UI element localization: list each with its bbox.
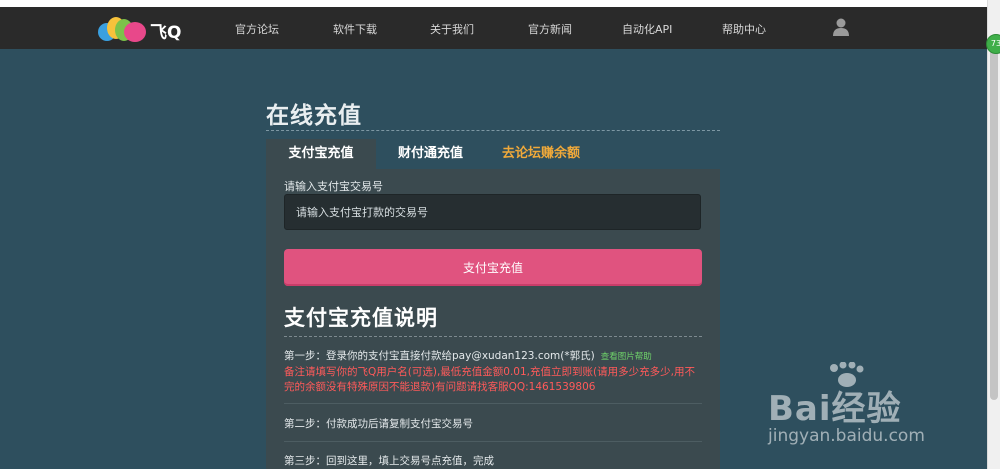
alipay-recharge-button[interactable]: 支付宝充值 (284, 249, 702, 286)
image-help-link[interactable]: 查看图片帮助 (601, 352, 652, 362)
step-1-note: 备注请填写你的飞Q用户名(可选),最低充值金额0.01,充值立即到账(请用多少充… (284, 366, 695, 393)
top-nav: 飞Q 官方论坛 软件下载 关于我们 官方新闻 自动化API 帮助中心 (0, 7, 988, 49)
logo-text: 飞Q (150, 23, 182, 43)
step-divider (284, 441, 702, 442)
scrollbar-thumb[interactable] (990, 40, 998, 400)
scrollbar[interactable] (987, 0, 1000, 469)
nav-item-forum[interactable]: 官方论坛 (235, 21, 279, 37)
nav-item-news[interactable]: 官方新闻 (528, 21, 572, 37)
browser-top-strip (0, 0, 1000, 7)
step-3: 第三步：回到这里，填上交易号点充值，完成 (284, 455, 494, 467)
step-divider (284, 403, 702, 404)
trade-no-input[interactable] (284, 194, 701, 230)
nav-item-about[interactable]: 关于我们 (430, 21, 474, 37)
tab-forum-earn[interactable]: 去论坛赚余额 (502, 139, 580, 169)
instructions-title: 支付宝充值说明 (284, 306, 438, 330)
nav-item-api[interactable]: 自动化API (622, 21, 672, 37)
watermark-url: jingyan.baidu.com (768, 426, 925, 446)
instructions-divider (284, 336, 702, 337)
nav-item-help[interactable]: 帮助中心 (722, 21, 766, 37)
nav-item-download[interactable]: 软件下载 (333, 21, 377, 37)
tab-alipay[interactable]: 支付宝充值 (266, 139, 376, 169)
trade-no-label: 请输入支付宝交易号 (284, 180, 383, 193)
logo[interactable]: 飞Q (98, 15, 188, 43)
logo-balloon-pink-icon (124, 22, 146, 42)
browser-badge[interactable]: 73 (986, 34, 1000, 54)
user-icon[interactable] (833, 17, 849, 37)
watermark-brand: Bai经验 (768, 389, 902, 429)
step-1: 第一步：登录你的支付宝直接付款给pay@xudan123.com(*郭氏) 查看图… (284, 349, 704, 395)
title-divider (266, 130, 720, 131)
page-title: 在线充值 (266, 103, 362, 129)
tab-tenpay[interactable]: 财付通充值 (398, 139, 463, 169)
step-2: 第二步：付款成功后请复制支付宝交易号 (284, 418, 473, 430)
recharge-panel: 请输入支付宝交易号 支付宝充值 支付宝充值说明 第一步：登录你的支付宝直接付款给… (266, 169, 720, 469)
step-1-text: 第一步：登录你的支付宝直接付款给pay@xudan123.com(*郭氏) (284, 350, 595, 362)
